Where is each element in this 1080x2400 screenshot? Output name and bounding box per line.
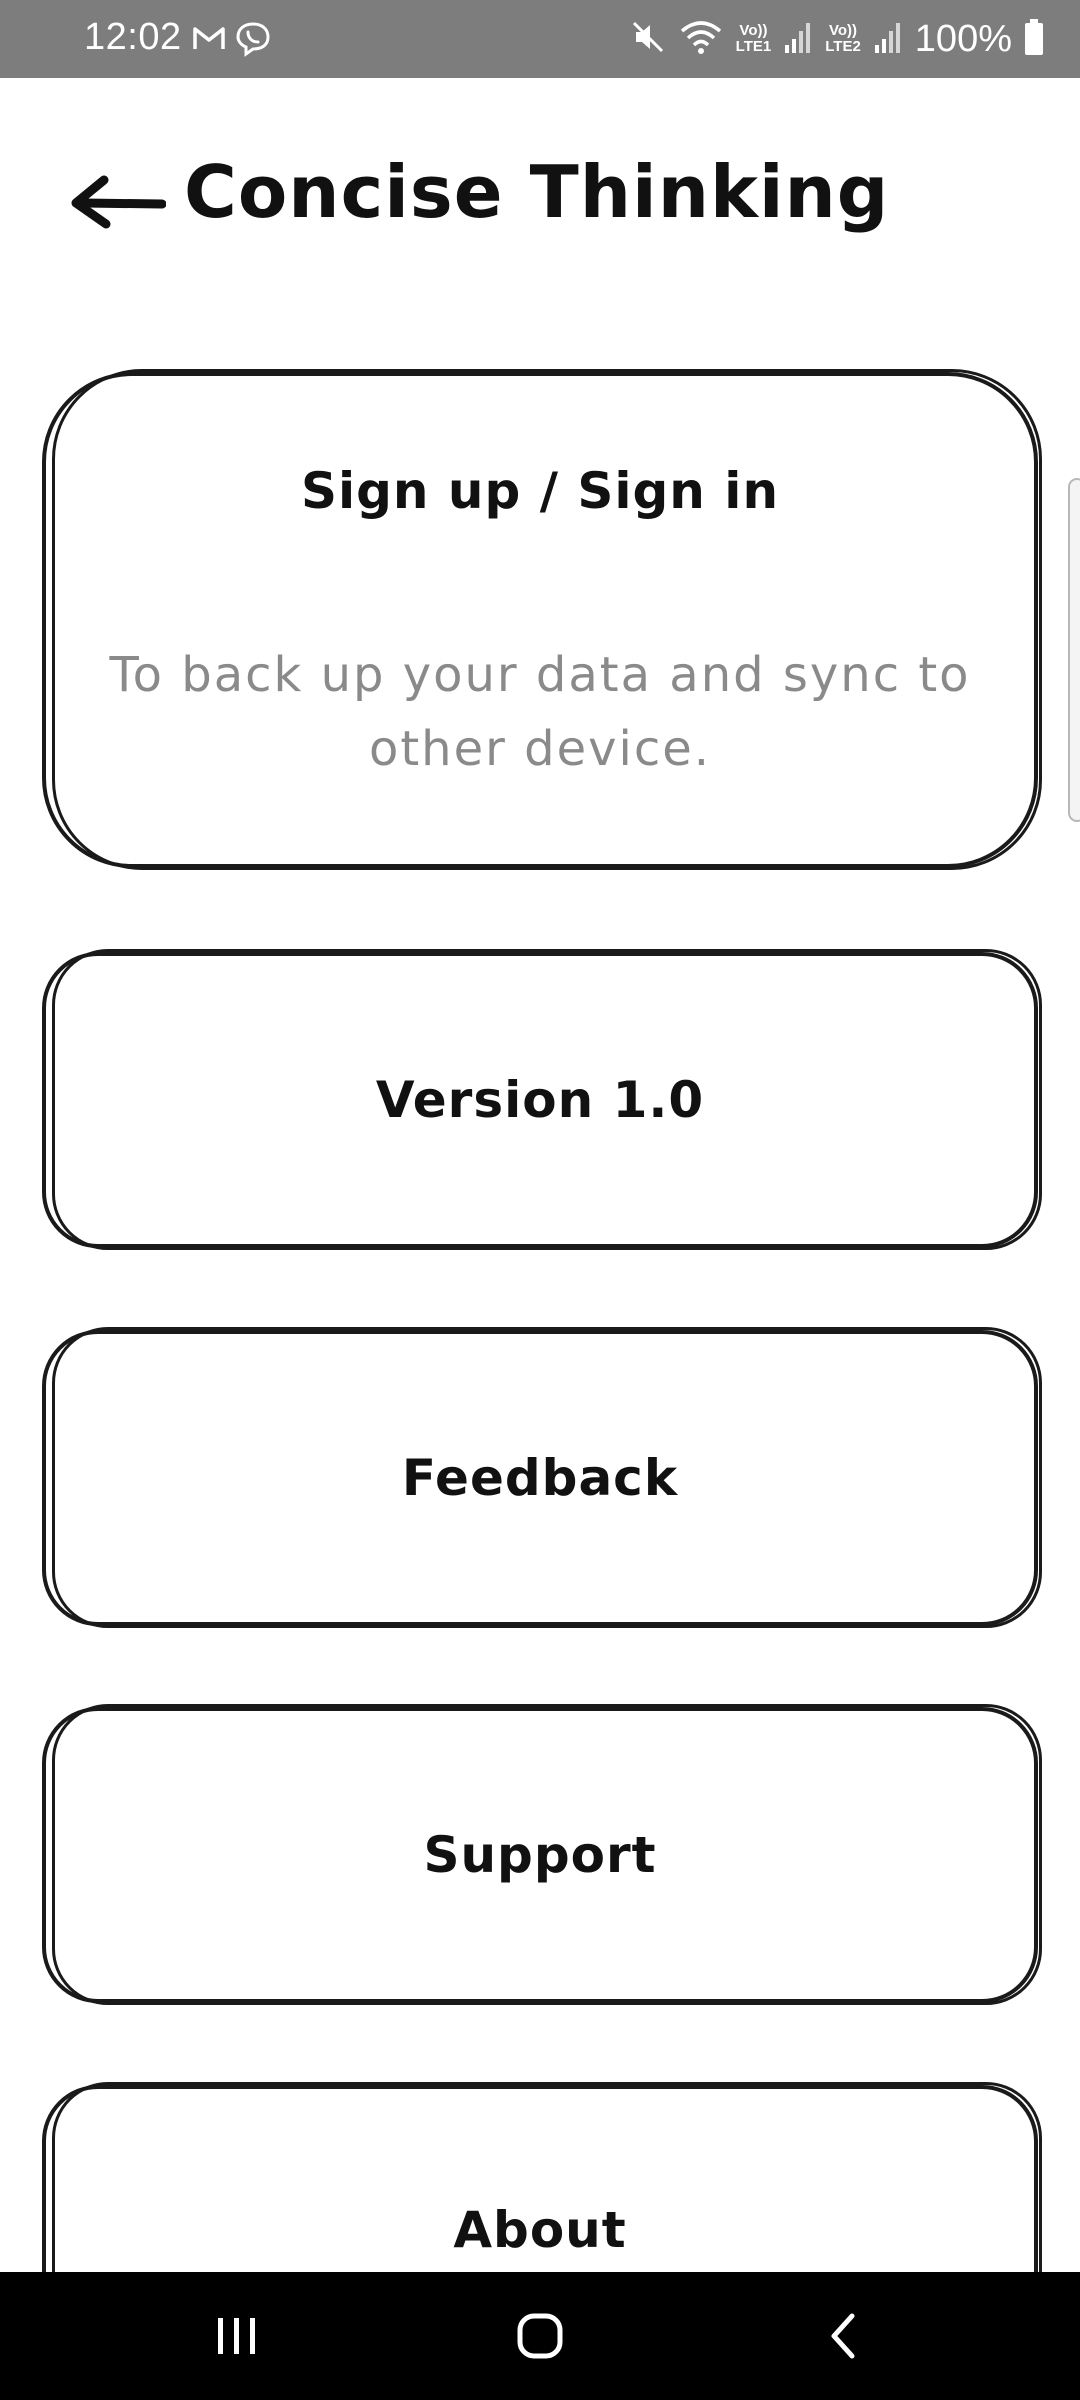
scroll-handle[interactable] <box>1068 478 1080 822</box>
feedback-label: Feedback <box>401 1449 679 1507</box>
viber-icon <box>234 20 272 63</box>
back-arrow-icon[interactable] <box>70 172 167 232</box>
navigation-bar <box>0 2272 1080 2400</box>
sim2-lte-text: LTE2 <box>825 38 861 55</box>
back-icon[interactable] <box>800 2300 890 2372</box>
sign-in-description: To back up your data and sync to other d… <box>109 647 971 777</box>
gmail-icon <box>192 20 226 63</box>
status-right-icons: Vo)) LTE1 Vo)) LTE2 100% <box>630 12 1044 66</box>
sim2-volte-text: Vo)) <box>828 22 858 39</box>
about-label: About <box>453 2201 627 2259</box>
sign-in-card[interactable]: Sign up / Sign in To back up your data a… <box>42 369 1042 870</box>
version-card[interactable]: Version 1.0 <box>42 949 1042 1250</box>
version-label: Version 1.0 <box>375 1071 705 1129</box>
mute-icon <box>630 19 666 60</box>
sim1-volte-text: Vo)) <box>739 22 768 39</box>
settings-screen: 12:02 Vo)) LTE1 Vo)) LTE2 100% Concise T… <box>0 0 1080 2400</box>
support-label: Support <box>423 1826 657 1884</box>
support-button[interactable]: Support <box>42 1704 1042 2005</box>
sign-in-title: Sign up / Sign in <box>300 462 780 520</box>
wifi-icon <box>678 17 724 62</box>
status-time: 12:02 <box>84 16 182 58</box>
battery-icon <box>1024 18 1044 61</box>
feedback-button[interactable]: Feedback <box>42 1327 1042 1628</box>
status-left-icons <box>192 20 272 63</box>
home-icon[interactable] <box>495 2300 585 2372</box>
sim1-label: Vo)) LTE1 <box>736 23 772 55</box>
page-title: Concise Thinking <box>184 150 890 234</box>
sim2-label: Vo)) LTE2 <box>825 23 861 55</box>
recents-icon[interactable] <box>192 2300 282 2372</box>
sim1-lte-text: LTE1 <box>735 38 772 55</box>
status-bar: 12:02 Vo)) LTE1 Vo)) LTE2 100% <box>0 0 1080 78</box>
battery-percentage: 100% <box>914 17 1012 60</box>
signal-sim1-icon <box>783 19 813 60</box>
signal-sim2-icon <box>873 19 903 60</box>
